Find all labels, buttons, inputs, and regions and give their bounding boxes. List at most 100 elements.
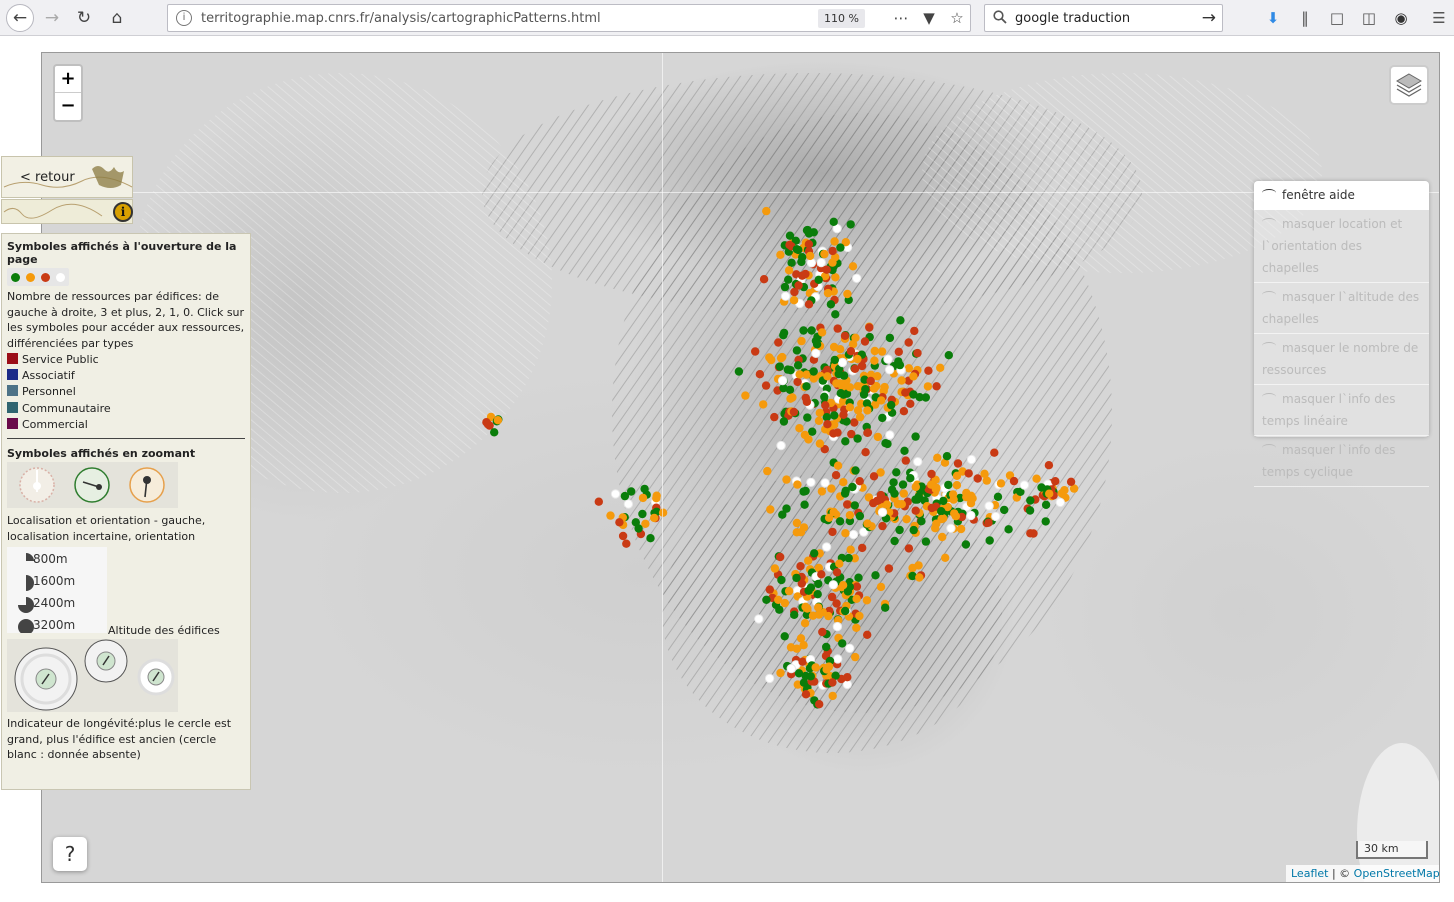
chapel-marker[interactable] bbox=[815, 700, 824, 709]
reader-icon[interactable]: □ bbox=[1326, 7, 1348, 29]
chapel-marker[interactable] bbox=[839, 390, 848, 399]
chapel-marker[interactable] bbox=[1004, 525, 1013, 534]
chapel-marker[interactable] bbox=[861, 448, 870, 457]
chapel-marker[interactable] bbox=[774, 595, 783, 604]
chapel-marker[interactable] bbox=[623, 499, 634, 509]
reload-icon[interactable]: ↻ bbox=[70, 4, 98, 32]
chapel-marker[interactable] bbox=[809, 367, 818, 376]
chapel-marker[interactable] bbox=[949, 495, 958, 504]
chapel-marker[interactable] bbox=[804, 229, 814, 238]
chapel-marker[interactable] bbox=[858, 543, 867, 553]
chapel-marker[interactable] bbox=[801, 269, 810, 279]
chapel-marker[interactable] bbox=[848, 529, 859, 540]
chapel-marker[interactable] bbox=[855, 477, 864, 486]
chapel-marker[interactable] bbox=[779, 331, 788, 340]
type-personnel[interactable]: Personnel bbox=[7, 384, 76, 399]
chapel-marker[interactable] bbox=[908, 563, 917, 573]
chapel-marker[interactable] bbox=[852, 273, 862, 284]
chapel-marker[interactable] bbox=[801, 393, 810, 403]
chapel-marker[interactable] bbox=[895, 525, 904, 535]
url-bar[interactable]: i territographie.map.cnrs.fr/analysis/ca… bbox=[167, 4, 971, 32]
chapel-marker[interactable] bbox=[795, 370, 804, 379]
chapel-marker[interactable] bbox=[885, 333, 895, 343]
chapel-marker[interactable] bbox=[985, 536, 994, 545]
chapel-marker[interactable] bbox=[899, 489, 908, 498]
chapel-marker[interactable] bbox=[841, 529, 850, 538]
chapel-marker[interactable] bbox=[640, 484, 649, 494]
chapel-marker[interactable] bbox=[1055, 497, 1065, 508]
chapel-marker[interactable] bbox=[784, 275, 793, 284]
chapel-marker[interactable] bbox=[904, 544, 914, 553]
chapel-marker[interactable] bbox=[944, 480, 953, 490]
chapel-marker[interactable] bbox=[890, 536, 899, 546]
extension-icon[interactable]: ◉ bbox=[1390, 7, 1412, 29]
chapel-marker[interactable] bbox=[843, 673, 852, 682]
chapel-marker[interactable] bbox=[792, 518, 802, 528]
leaflet-link[interactable]: Leaflet bbox=[1291, 867, 1328, 880]
chapel-marker[interactable] bbox=[845, 383, 855, 392]
chapel-marker[interactable] bbox=[823, 420, 832, 429]
chapel-marker[interactable] bbox=[765, 585, 774, 594]
chapel-marker[interactable] bbox=[950, 509, 959, 518]
chapel-marker[interactable] bbox=[799, 487, 808, 496]
chapel-marker[interactable] bbox=[855, 511, 865, 521]
type-associatif[interactable]: Associatif bbox=[7, 368, 75, 383]
chapel-marker[interactable] bbox=[794, 669, 804, 678]
chapel-marker[interactable] bbox=[638, 493, 648, 503]
chapel-marker[interactable] bbox=[817, 570, 826, 579]
chapel-marker[interactable] bbox=[898, 480, 908, 489]
search-bar[interactable]: google traduction → bbox=[984, 4, 1223, 32]
chapel-marker[interactable] bbox=[785, 231, 795, 240]
chapel-marker[interactable] bbox=[804, 586, 813, 595]
chapel-marker[interactable] bbox=[851, 466, 860, 475]
chapel-marker[interactable] bbox=[882, 500, 892, 509]
type-service-public[interactable]: Service Public bbox=[7, 352, 99, 367]
chapel-marker[interactable] bbox=[832, 568, 842, 577]
chapel-marker[interactable] bbox=[956, 524, 966, 534]
chapel-marker[interactable] bbox=[775, 362, 784, 371]
chapel-marker[interactable] bbox=[830, 355, 839, 365]
chapel-marker[interactable] bbox=[814, 416, 824, 425]
chapel-marker[interactable] bbox=[830, 411, 839, 420]
chapel-marker[interactable] bbox=[827, 484, 836, 493]
chapel-marker[interactable] bbox=[984, 501, 994, 511]
chapel-marker[interactable] bbox=[843, 500, 852, 509]
chapel-marker[interactable] bbox=[490, 428, 499, 437]
chapel-marker[interactable] bbox=[811, 663, 820, 672]
chapel-marker[interactable] bbox=[881, 603, 890, 612]
chapel-marker[interactable] bbox=[944, 351, 953, 360]
chapel-marker[interactable] bbox=[817, 487, 827, 496]
chapel-marker[interactable] bbox=[824, 611, 833, 621]
chapel-marker[interactable] bbox=[982, 476, 991, 485]
chapel-marker[interactable] bbox=[899, 407, 909, 416]
chapel-marker[interactable] bbox=[784, 586, 794, 596]
chapel-marker[interactable] bbox=[924, 366, 933, 375]
search-input[interactable]: google traduction bbox=[1015, 11, 1130, 26]
chapel-marker[interactable] bbox=[877, 396, 886, 405]
chapel-marker[interactable] bbox=[873, 432, 883, 442]
chapel-marker[interactable] bbox=[799, 326, 808, 335]
chapel-marker[interactable] bbox=[902, 515, 911, 524]
chapel-marker[interactable] bbox=[813, 590, 822, 599]
chapel-marker[interactable] bbox=[909, 372, 918, 381]
chapel-marker[interactable] bbox=[804, 556, 813, 565]
chapel-marker[interactable] bbox=[859, 390, 869, 399]
chapel-marker[interactable] bbox=[913, 457, 923, 467]
chapel-marker[interactable] bbox=[761, 381, 771, 390]
chapel-marker[interactable] bbox=[901, 388, 910, 397]
chapel-marker[interactable] bbox=[1032, 474, 1041, 483]
chapel-marker[interactable] bbox=[804, 435, 813, 444]
chapel-marker[interactable] bbox=[776, 552, 785, 562]
bookmark-star-icon[interactable]: ☆ bbox=[948, 9, 966, 27]
chapel-marker[interactable] bbox=[1051, 477, 1060, 486]
chapel-marker[interactable] bbox=[863, 519, 872, 528]
chapel-marker[interactable] bbox=[810, 549, 819, 558]
chapel-marker[interactable] bbox=[1037, 483, 1046, 492]
help-item-fenetre-aide[interactable]: fenêtre aide bbox=[1254, 181, 1429, 210]
chapel-marker[interactable] bbox=[939, 496, 948, 506]
chapel-marker[interactable] bbox=[652, 494, 661, 503]
chapel-marker[interactable] bbox=[818, 627, 827, 637]
chapel-marker[interactable] bbox=[851, 333, 860, 342]
chapel-marker[interactable] bbox=[852, 623, 861, 632]
chapel-marker[interactable] bbox=[845, 511, 855, 520]
